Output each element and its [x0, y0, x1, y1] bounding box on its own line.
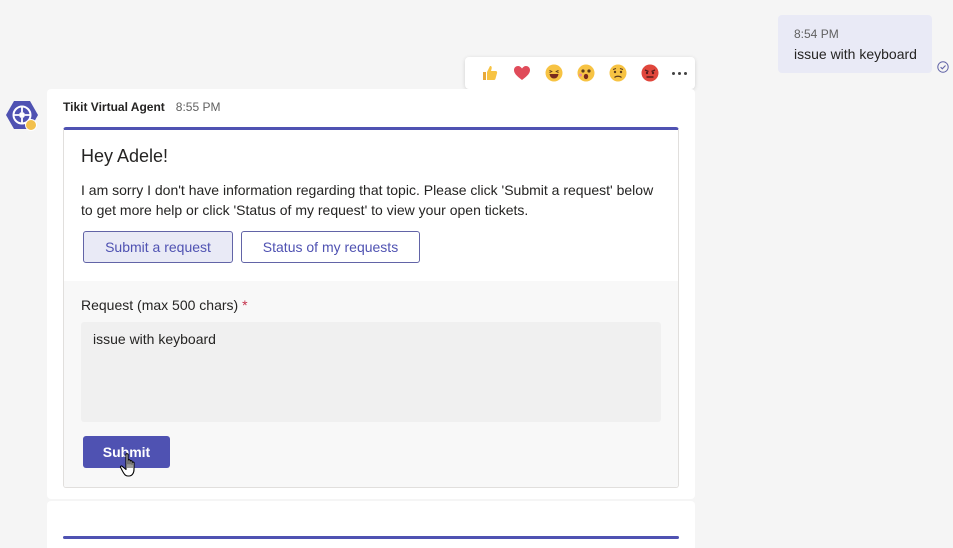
- adaptive-card: Hey Adele! I am sorry I don't have infor…: [63, 127, 679, 488]
- request-textarea[interactable]: issue with keyboard: [81, 322, 661, 422]
- outgoing-message-bubble[interactable]: 8:54 PM issue with keyboard: [778, 15, 932, 73]
- submit-a-request-button[interactable]: Submit a request: [83, 231, 233, 263]
- sad-reaction-icon[interactable]: [602, 61, 634, 85]
- hand-cursor-icon: [119, 453, 135, 477]
- sender-name[interactable]: Tikit Virtual Agent: [63, 100, 165, 114]
- read-receipt-icon: [937, 61, 949, 73]
- status-of-my-requests-button[interactable]: Status of my requests: [241, 231, 420, 263]
- message-time: 8:55 PM: [175, 100, 221, 114]
- card-title: Hey Adele!: [81, 146, 169, 166]
- request-form: Request (max 500 chars) * issue with key…: [64, 281, 678, 487]
- message-header: Tikit Virtual Agent 8:55 PM: [63, 100, 221, 114]
- next-card-accent-bar: [63, 536, 679, 539]
- laugh-reaction-icon[interactable]: [538, 61, 570, 85]
- heart-reaction-icon[interactable]: [506, 61, 538, 85]
- outgoing-message-time: 8:54 PM: [794, 27, 839, 41]
- more-options-icon[interactable]: [666, 61, 692, 85]
- card-body-text: I am sorry I don't have information rega…: [81, 182, 654, 218]
- bot-message: Tikit Virtual Agent 8:55 PM Hey Adele! I…: [47, 89, 695, 499]
- request-field-label-text: Request (max 500 chars): [81, 297, 239, 313]
- request-field-label: Request (max 500 chars) *: [81, 297, 248, 313]
- card-action-row: Submit a request Status of my requests: [83, 231, 420, 263]
- next-bot-message: [47, 501, 695, 548]
- outgoing-message-text: issue with keyboard: [794, 46, 917, 62]
- reaction-bar: [465, 57, 695, 89]
- required-marker: *: [242, 297, 248, 313]
- like-reaction-icon[interactable]: [474, 61, 506, 85]
- surprised-reaction-icon[interactable]: [570, 61, 602, 85]
- presence-status-icon: [25, 119, 37, 131]
- angry-reaction-icon[interactable]: [634, 61, 666, 85]
